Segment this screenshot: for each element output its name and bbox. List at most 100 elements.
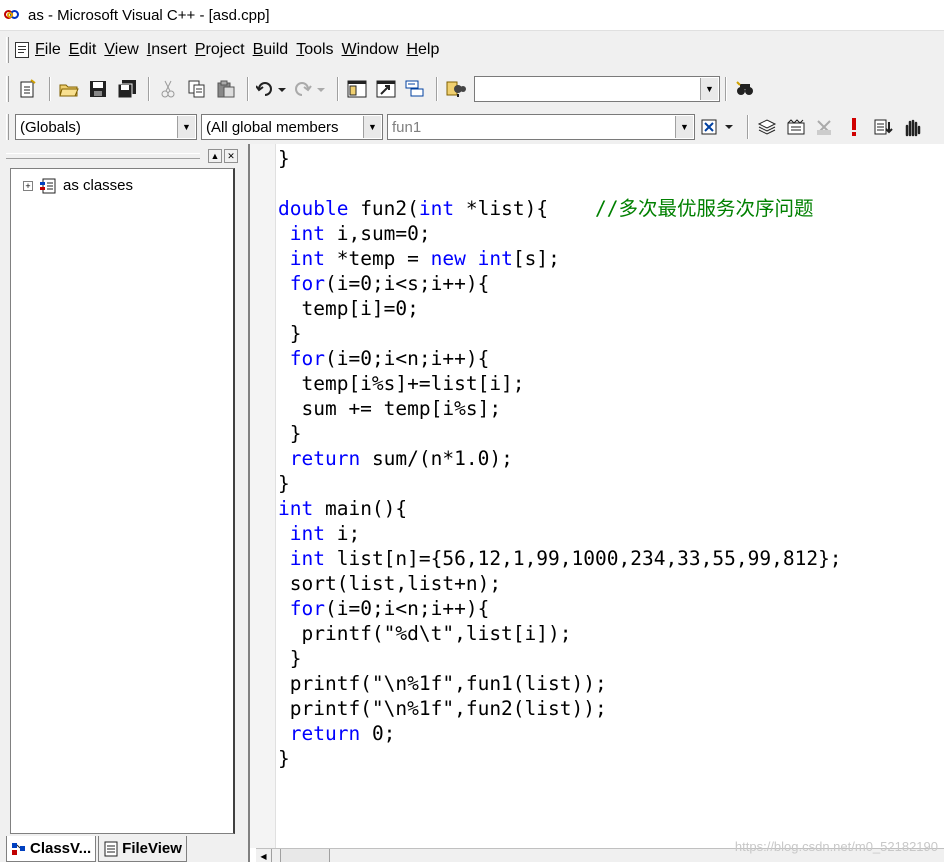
code-line[interactable]: int i; <box>278 521 842 546</box>
close-icon[interactable]: ✕ <box>224 149 238 163</box>
class-view-tree[interactable]: + as classes <box>10 168 235 834</box>
tree-item-classes[interactable]: + as classes <box>23 177 133 194</box>
workspace-pane: ▲ ✕ + as classes ClassV... FileView <box>0 144 248 862</box>
cut-icon[interactable] <box>155 76 181 102</box>
tab-file-view[interactable]: FileView <box>98 836 187 862</box>
code-line[interactable]: int i,sum=0; <box>278 221 842 246</box>
code-token: } <box>278 747 290 770</box>
menu-edit[interactable]: Edit <box>69 41 103 59</box>
code-line[interactable]: } <box>278 646 842 671</box>
menu-project[interactable]: Project <box>195 41 251 59</box>
code-line[interactable]: int main(){ <box>278 496 842 521</box>
go-icon[interactable] <box>870 114 896 140</box>
wizard-bar-icon[interactable] <box>699 114 739 140</box>
build-icon[interactable] <box>783 114 809 140</box>
standard-toolbar: ▼ <box>0 68 944 110</box>
code-line[interactable]: printf("%d\t",list[i]); <box>278 621 842 646</box>
code-line[interactable]: sort(list,list+n); <box>278 571 842 596</box>
chevron-down-icon[interactable]: ▼ <box>675 116 693 138</box>
toolbar-grip[interactable] <box>6 114 9 140</box>
menu-file[interactable]: File <box>35 41 67 59</box>
menu-view[interactable]: View <box>104 41 144 59</box>
open-folder-icon[interactable] <box>56 76 82 102</box>
redo-icon[interactable] <box>293 76 329 102</box>
code-editor[interactable]: } double fun2(int *list){ //多次最优服务次序问题 in… <box>248 144 944 862</box>
code-line[interactable]: temp[i]=0; <box>278 296 842 321</box>
menu-tools[interactable]: Tools <box>296 41 339 59</box>
chevron-down-icon[interactable]: ▼ <box>363 116 381 138</box>
chevron-down-icon[interactable]: ▼ <box>700 78 718 100</box>
menu-insert[interactable]: Insert <box>147 41 193 59</box>
window-list-icon[interactable] <box>402 76 428 102</box>
menubar-grip[interactable] <box>6 36 9 63</box>
code-line[interactable]: temp[i%s]+=list[i]; <box>278 371 842 396</box>
code-line[interactable]: printf("\n%1f",fun2(list)); <box>278 696 842 721</box>
undo-icon[interactable] <box>254 76 290 102</box>
menu-help[interactable]: Help <box>406 41 445 59</box>
toolbar-separator <box>436 77 438 101</box>
editor-gutter[interactable] <box>250 144 276 848</box>
code-keyword: double <box>278 197 349 220</box>
code-keyword: return <box>289 447 361 470</box>
chevron-down-icon[interactable]: ▼ <box>177 116 195 138</box>
paste-icon[interactable] <box>213 76 239 102</box>
code-line[interactable]: printf("\n%1f",fun1(list)); <box>278 671 842 696</box>
toolbar-grip[interactable] <box>6 76 9 102</box>
find-in-files-icon[interactable] <box>443 76 469 102</box>
code-keyword: new <box>430 247 466 270</box>
code-line[interactable]: return sum/(n*1.0); <box>278 446 842 471</box>
code-line[interactable]: } <box>278 746 842 771</box>
find-icon[interactable] <box>732 76 758 102</box>
code-line[interactable] <box>278 171 842 196</box>
code-line[interactable]: } <box>278 471 842 496</box>
menu-window[interactable]: Window <box>342 41 405 59</box>
minimize-pane-icon[interactable]: ▲ <box>208 149 222 163</box>
code-line[interactable]: sum += temp[i%s]; <box>278 396 842 421</box>
tab-class-view[interactable]: ClassV... <box>6 836 97 862</box>
execute-icon[interactable] <box>841 114 867 140</box>
compile-icon[interactable] <box>754 114 780 140</box>
code-token: (i=0;i<s;i++){ <box>324 272 490 295</box>
menu-build[interactable]: Build <box>253 41 295 59</box>
scope-combo[interactable]: (Globals) ▼ <box>15 114 197 140</box>
pane-grip[interactable] <box>6 153 200 159</box>
save-icon[interactable] <box>85 76 111 102</box>
code-line[interactable]: int *temp = new int[s]; <box>278 246 842 271</box>
code-line[interactable]: return 0; <box>278 721 842 746</box>
members-combo[interactable]: (All global members ▼ <box>201 114 383 140</box>
code-keyword: int <box>289 222 325 245</box>
menu-mnemonic: F <box>35 40 45 58</box>
scroll-left-icon[interactable]: ◀ <box>256 849 272 862</box>
file-view-icon <box>103 841 119 857</box>
code-keyword: int <box>289 522 325 545</box>
output-icon[interactable] <box>373 76 399 102</box>
function-combo[interactable]: fun1 ▼ <box>387 114 695 140</box>
workspace-icon[interactable] <box>344 76 370 102</box>
code-token: sort(list,list+n); <box>278 572 502 595</box>
code-line[interactable]: } <box>278 321 842 346</box>
document-icon[interactable] <box>15 41 29 58</box>
menu-mnemonic: T <box>296 40 305 58</box>
expand-plus-icon[interactable]: + <box>23 180 33 191</box>
stop-build-icon[interactable] <box>812 114 838 140</box>
code-line[interactable]: } <box>278 146 842 171</box>
new-document-icon[interactable] <box>15 76 41 102</box>
code-line[interactable]: for(i=0;i<s;i++){ <box>278 271 842 296</box>
scrollbar-thumb[interactable] <box>280 849 330 862</box>
wizard-toolbar: (Globals) ▼ (All global members ▼ fun1 ▼ <box>0 110 944 144</box>
copy-icon[interactable] <box>184 76 210 102</box>
code-token: i; <box>324 522 361 545</box>
code-line[interactable]: double fun2(int *list){ //多次最优服务次序问题 <box>278 196 842 221</box>
code-line[interactable]: for(i=0;i<n;i++){ <box>278 346 842 371</box>
code-line[interactable]: int list[n]={56,12,1,99,1000,234,33,55,9… <box>278 546 842 571</box>
scope-combo-value: (Globals) <box>20 118 81 136</box>
save-all-icon[interactable] <box>114 76 140 102</box>
code-line[interactable]: } <box>278 421 842 446</box>
code-token: printf("\n%1f",fun2(list)); <box>278 697 607 720</box>
visual-cpp-logo-icon <box>4 8 22 22</box>
insert-breakpoint-icon[interactable] <box>899 114 925 140</box>
code-text[interactable]: } double fun2(int *list){ //多次最优服务次序问题 in… <box>278 146 842 771</box>
find-combo[interactable]: ▼ <box>474 76 720 102</box>
code-line[interactable]: for(i=0;i<n;i++){ <box>278 596 842 621</box>
